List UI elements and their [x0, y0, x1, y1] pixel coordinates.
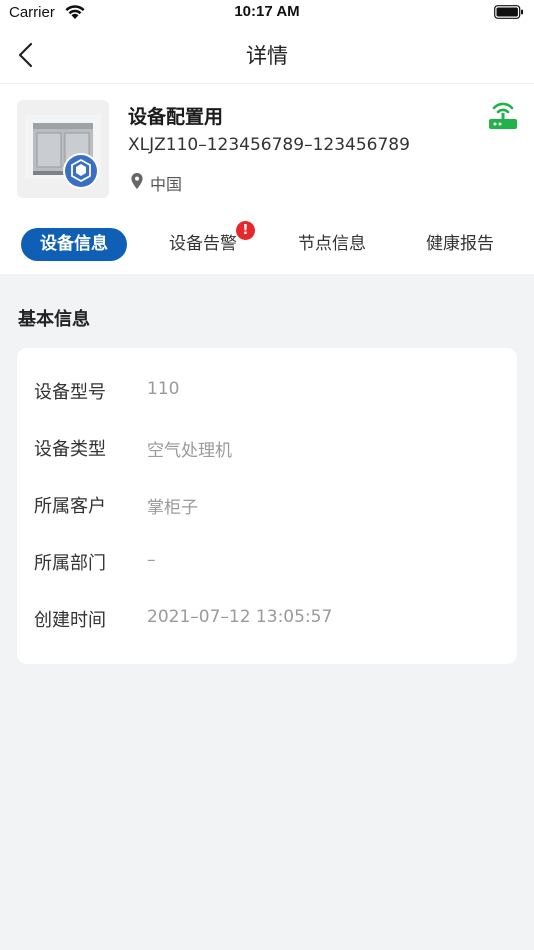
info-label: 所属客户	[34, 496, 106, 517]
clock: 10:17 AM	[234, 3, 300, 20]
tab-health-report[interactable]: 健康报告	[407, 228, 513, 261]
router-signal-icon	[489, 102, 517, 129]
battery-icon	[494, 5, 523, 19]
info-row-model: 设备型号 110	[34, 378, 504, 408]
location-pin-icon	[131, 173, 143, 189]
info-row-customer: 所属客户 掌柜子	[34, 492, 504, 522]
info-value: 掌柜子	[147, 498, 198, 518]
info-value: –	[147, 550, 156, 570]
info-row-type: 设备类型 空气处理机	[34, 435, 504, 465]
info-value: 110	[147, 379, 180, 399]
device-location: 中国	[150, 175, 183, 194]
cube-badge-icon	[63, 153, 99, 189]
device-code: XLJZ110–123456789–123456789	[128, 135, 410, 155]
page-title: 详情	[246, 44, 288, 68]
info-card: 设备型号 110 设备类型 空气处理机 所属客户 掌柜子 所属部门 – 创建时间…	[17, 348, 517, 664]
info-row-created: 创建时间 2021–07–12 13:05:57	[34, 606, 504, 636]
tab-node-info[interactable]: 节点信息	[279, 228, 385, 261]
status-bar: Carrier 10:17 AM	[0, 0, 534, 28]
section-title: 基本信息	[18, 309, 90, 330]
info-label: 设备类型	[34, 439, 106, 460]
info-row-department: 所属部门 –	[34, 549, 504, 579]
tab-device-info[interactable]: 设备信息	[21, 228, 127, 261]
tab-bar: 设备信息 设备告警 节点信息 健康报告	[0, 226, 534, 262]
info-label: 设备型号	[34, 382, 106, 403]
info-label: 创建时间	[34, 610, 106, 631]
info-label: 所属部门	[34, 553, 106, 574]
nav-bar: 详情	[0, 28, 534, 84]
device-name: 设备配置用	[128, 106, 224, 128]
alert-badge-icon: !	[236, 221, 255, 240]
info-value: 空气处理机	[147, 441, 232, 461]
info-value: 2021–07–12 13:05:57	[147, 607, 333, 627]
